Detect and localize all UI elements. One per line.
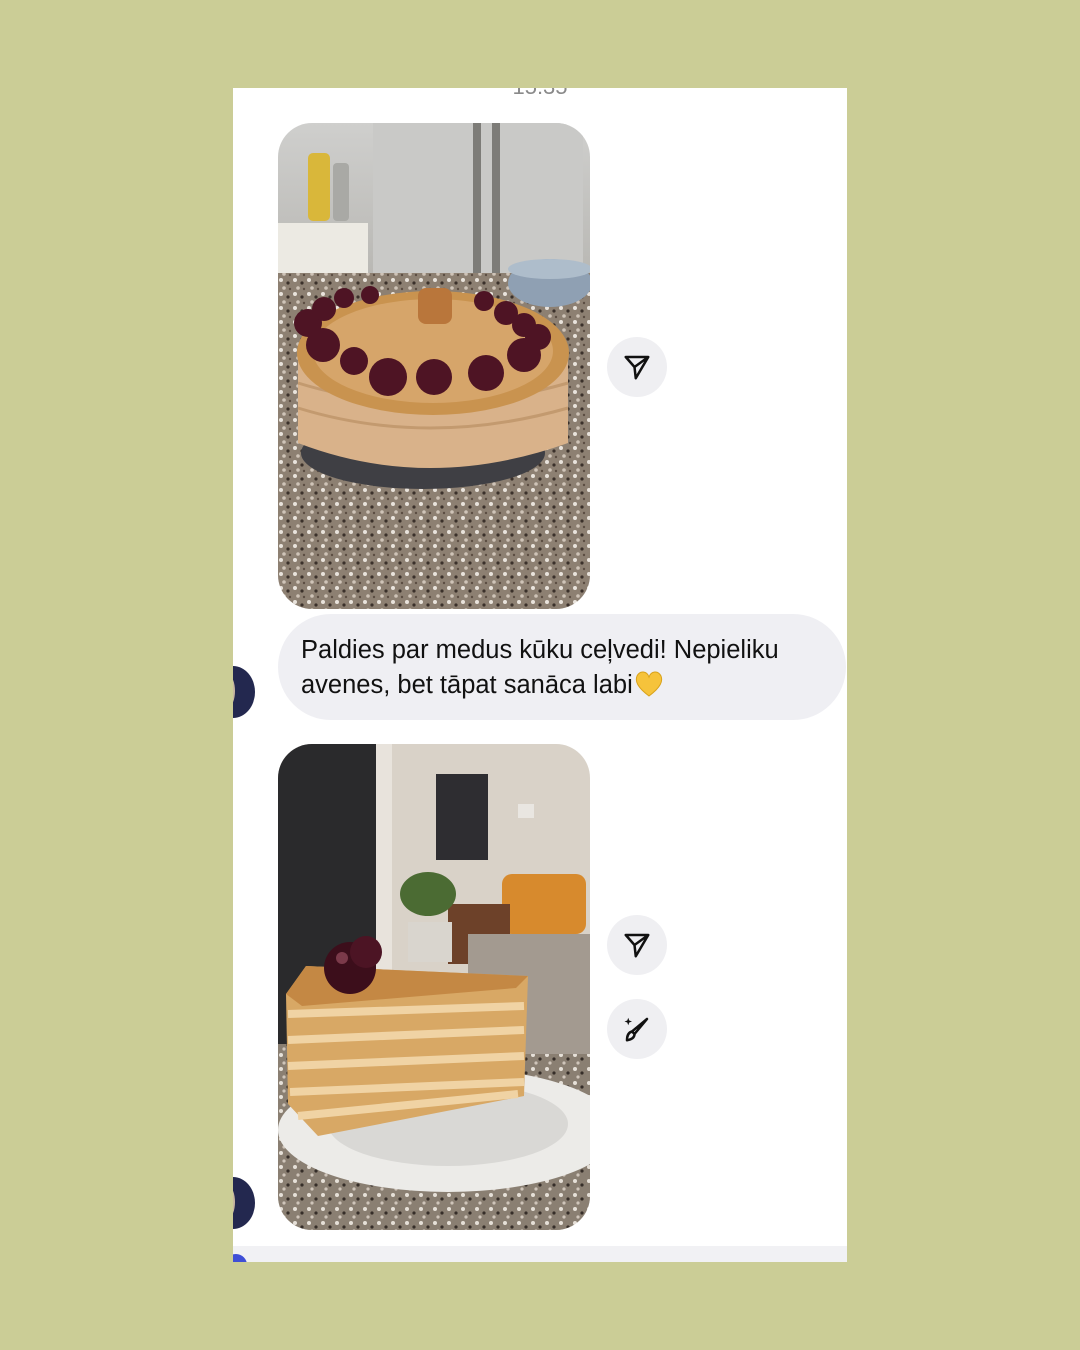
message-line-2: avenes, bet tāpat sanāca labi [301,668,826,703]
edit-photo-button[interactable] [607,999,667,1059]
share-button[interactable] [607,337,667,397]
message-line-1: Paldies par medus kūku ceļvedi! Nepielik… [301,636,779,664]
avatar[interactable] [233,666,255,718]
magic-brush-icon [624,1017,649,1042]
message-timestamp: 15:35 [233,88,847,100]
share-button[interactable] [607,915,667,975]
message-line-2-text: avenes, bet tāpat sanāca labi [301,671,633,699]
cake-slice-image [278,744,590,1230]
cake-photo[interactable] [278,123,590,609]
avatar[interactable] [233,1177,255,1229]
cake-slice-photo[interactable] [278,744,590,1230]
message-bubble[interactable]: Paldies par medus kūku ceļvedi! Nepielik… [278,614,846,720]
message-composer[interactable] [233,1246,847,1262]
cake-image [278,123,590,609]
send-icon [624,933,650,958]
chat-screen: 15:35 [233,88,847,1262]
yellow-heart-icon [635,671,662,697]
send-icon [624,355,650,380]
